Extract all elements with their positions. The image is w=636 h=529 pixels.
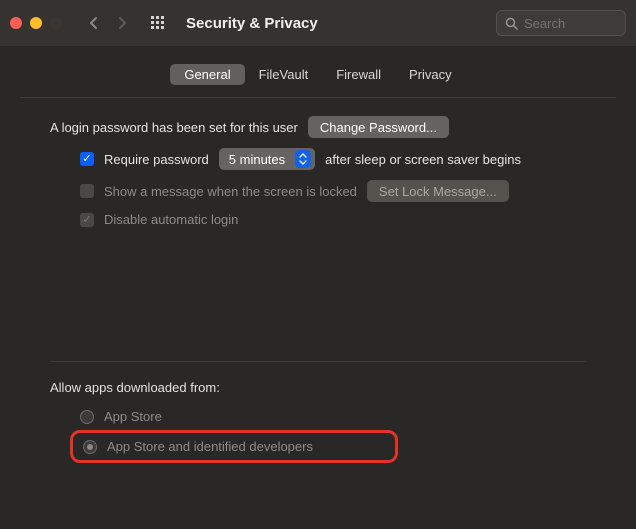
allow-apps-identified-radio [83,440,97,454]
show-lock-message-checkbox [80,184,94,198]
allow-apps-appstore-row: App Store [50,409,586,424]
tab-filevault[interactable]: FileVault [245,64,323,85]
divider [20,97,616,98]
forward-button[interactable] [110,12,134,34]
tab-bar: General FileVault Firewall Privacy [20,64,616,85]
show-lock-message-label: Show a message when the screen is locked [104,184,357,199]
allow-apps-identified-label: App Store and identified developers [107,439,313,454]
allow-apps-identified-highlight: App Store and identified developers [70,430,398,463]
require-password-delay-select[interactable]: 5 minutes [219,148,315,170]
back-button[interactable] [82,12,106,34]
zoom-window-button [50,17,62,29]
require-password-delay-value: 5 minutes [229,152,285,167]
tab-firewall[interactable]: Firewall [322,64,395,85]
set-lock-message-button: Set Lock Message... [367,180,509,202]
search-field[interactable] [496,10,626,36]
show-lock-message-row: Show a message when the screen is locked… [50,180,586,202]
search-icon [505,17,518,30]
nav-arrows [82,12,134,34]
require-password-checkbox[interactable] [80,152,94,166]
close-window-button[interactable] [10,17,22,29]
login-password-row: A login password has been set for this u… [50,116,586,138]
require-password-label: Require password [104,152,209,167]
search-input[interactable] [524,16,604,31]
login-password-text: A login password has been set for this u… [50,120,298,135]
allow-apps-heading: Allow apps downloaded from: [50,380,586,395]
disable-autologin-checkbox [80,213,94,227]
titlebar: Security & Privacy [0,0,636,46]
window-title: Security & Privacy [186,15,318,32]
divider [50,361,586,362]
show-all-prefs-button[interactable] [150,15,174,31]
change-password-button[interactable]: Change Password... [308,116,449,138]
tab-general[interactable]: General [170,64,244,85]
require-password-row: Require password 5 minutes after sleep o… [50,148,586,170]
window-controls [10,17,62,29]
updown-icon [295,150,311,168]
disable-autologin-label: Disable automatic login [104,212,238,227]
allow-apps-appstore-label: App Store [104,409,162,424]
tab-privacy[interactable]: Privacy [395,64,466,85]
allow-apps-appstore-radio [80,410,94,424]
require-password-tail: after sleep or screen saver begins [325,152,521,167]
disable-autologin-row: Disable automatic login [50,212,586,227]
minimize-window-button[interactable] [30,17,42,29]
